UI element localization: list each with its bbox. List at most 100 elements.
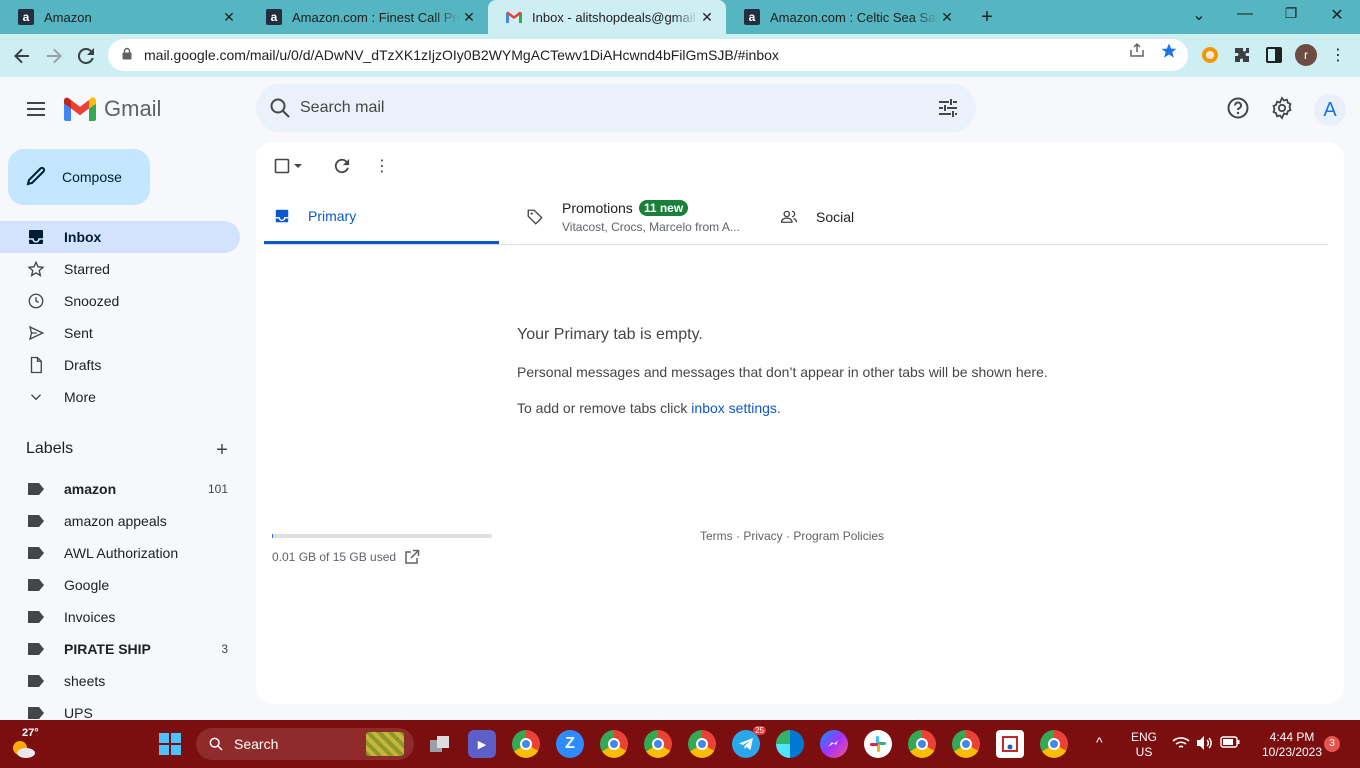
chrome-profile-active-icon[interactable] (908, 730, 936, 758)
forward-arrow-icon[interactable] (42, 44, 66, 68)
telegram-icon[interactable]: 25 (732, 726, 766, 758)
privacy-link[interactable]: Privacy (743, 529, 782, 543)
create-label-plus-icon[interactable]: + (212, 440, 232, 460)
select-dropdown-caret-icon[interactable] (292, 156, 304, 176)
more-options-icon[interactable]: ⋮ (372, 156, 392, 176)
battery-icon[interactable] (1220, 736, 1240, 751)
close-tab-icon[interactable]: ✕ (698, 9, 716, 26)
bookmark-star-icon[interactable] (1158, 42, 1180, 65)
inbox-settings-link[interactable]: inbox settings (691, 400, 777, 416)
close-tab-icon[interactable]: ✕ (938, 9, 956, 26)
site-info-icon[interactable] (122, 47, 134, 63)
chrome-profile-icon[interactable] (1040, 730, 1068, 758)
notification-count-badge[interactable]: 3 (1324, 736, 1340, 752)
browser-tab-amazon[interactable]: a Amazon ✕ (0, 0, 248, 34)
sidebar-item-more[interactable]: More (0, 381, 240, 413)
label-name: amazon appeals (64, 513, 167, 529)
browser-tab-amazon-celtic-salt[interactable]: a Amazon.com : Celtic Sea Salt Food ✕ (726, 0, 966, 34)
side-panel-icon[interactable] (1263, 44, 1285, 66)
close-tab-icon[interactable]: ✕ (220, 9, 238, 26)
tab-social[interactable]: Social (780, 190, 1015, 244)
label-item-pirate-ship[interactable]: PIRATE SHIP 3 (0, 633, 240, 665)
gmail-logo[interactable]: Gmail (64, 96, 161, 122)
new-tab-icon[interactable]: + (976, 6, 998, 29)
browser-menu-icon[interactable]: ⋮ (1327, 44, 1349, 66)
snipping-tool-icon[interactable] (996, 730, 1024, 758)
windows-taskbar: 27° Search ▶ Z 25 ^ ENG US 4:44 PM 10/23… (0, 720, 1360, 768)
amazon-favicon-icon: a (18, 9, 34, 25)
label-item-awl-authorization[interactable]: AWL Authorization (0, 537, 240, 569)
refresh-icon[interactable] (332, 156, 352, 176)
reload-icon[interactable] (74, 44, 98, 68)
volume-icon[interactable] (1196, 735, 1214, 754)
back-arrow-icon[interactable] (10, 44, 34, 68)
label-name: AWL Authorization (64, 545, 179, 561)
zoom-icon[interactable]: Z (556, 730, 584, 758)
input-language-indicator[interactable]: ENG US (1128, 730, 1160, 760)
amazon-favicon-icon: a (266, 9, 282, 25)
label-item-google[interactable]: Google (0, 569, 240, 601)
taskbar-search[interactable]: Search (196, 728, 414, 760)
edge-icon[interactable] (776, 730, 804, 758)
label-count: 3 (221, 642, 228, 656)
minimize-window-icon[interactable]: — (1232, 5, 1258, 23)
search-icon[interactable] (268, 96, 292, 123)
messenger-icon[interactable] (820, 730, 848, 758)
label-tag-icon (28, 547, 44, 559)
chrome-profile-icon[interactable] (644, 730, 672, 758)
label-item-invoices[interactable]: Invoices (0, 601, 240, 633)
share-icon[interactable] (1126, 42, 1148, 63)
footer-separator: · (782, 529, 794, 543)
sidebar-item-sent[interactable]: Sent (0, 317, 240, 349)
main-menu-icon[interactable] (24, 97, 48, 121)
terms-link[interactable]: Terms (700, 529, 733, 543)
compose-button[interactable]: Compose (8, 149, 150, 205)
chrome-profile-icon[interactable] (952, 730, 980, 758)
chrome-icon[interactable] (512, 730, 540, 758)
select-all-checkbox[interactable] (272, 156, 292, 176)
restore-window-icon[interactable]: ❐ (1278, 5, 1304, 22)
wifi-icon[interactable] (1172, 736, 1190, 753)
sidebar-item-starred[interactable]: Starred (0, 253, 240, 285)
browser-tab-gmail-inbox[interactable]: Inbox - alitshopdeals@gmail.com ✕ (488, 0, 726, 34)
label-item-sheets[interactable]: sheets (0, 665, 240, 697)
sidebar-item-drafts[interactable]: Drafts (0, 349, 240, 381)
sidebar-item-snoozed[interactable]: Snoozed (0, 285, 240, 317)
label-item-amazon[interactable]: amazon 101 (0, 473, 240, 505)
hint-text: To add or remove tabs click (517, 400, 692, 416)
labels-list: amazon 101 amazon appeals AWL Authorizat… (0, 473, 240, 729)
search-options-icon[interactable] (936, 96, 960, 123)
start-windows-icon[interactable] (156, 730, 184, 758)
task-view-icon[interactable] (426, 730, 454, 758)
weather-widget[interactable]: 27° (10, 726, 42, 762)
settings-gear-icon[interactable] (1270, 96, 1294, 120)
gmail-favicon-icon (506, 9, 522, 25)
profile-avatar[interactable]: r (1295, 44, 1317, 66)
extension-icon[interactable] (1199, 44, 1221, 66)
help-icon[interactable] (1226, 96, 1250, 120)
address-bar[interactable]: mail.google.com/mail/u/0/d/ADwNV_dTzXK1z… (108, 39, 1188, 71)
clock[interactable]: 4:44 PM 10/23/2023 (1252, 730, 1332, 760)
teams-meet-icon[interactable]: ▶ (468, 730, 496, 758)
tab-promotions[interactable]: Promotions 11 new Vitacost, Crocs, Marce… (526, 190, 761, 244)
program-policies-link[interactable]: Program Policies (793, 529, 884, 543)
extensions-puzzle-icon[interactable] (1231, 44, 1253, 66)
show-hidden-icons-chevron-icon[interactable]: ^ (1096, 734, 1103, 750)
chrome-profile-icon[interactable] (688, 730, 716, 758)
chrome-profile-icon[interactable] (600, 730, 628, 758)
tab-search-chevron-icon[interactable]: ⌄ (1186, 5, 1212, 25)
tab-primary[interactable]: Primary (264, 190, 499, 244)
browser-tab-amazon-finest-call[interactable]: a Amazon.com : Finest Call Premium ✕ (248, 0, 488, 34)
close-window-icon[interactable]: ✕ (1324, 5, 1350, 25)
amazon-favicon-icon: a (744, 9, 760, 25)
label-tag-icon (28, 483, 44, 495)
inbox-category-tabs: Primary Promotions 11 new Vitacost, Croc… (264, 190, 1328, 245)
labels-heading: Labels (26, 440, 74, 457)
close-tab-icon[interactable]: ✕ (460, 9, 478, 26)
label-item-amazon-appeals[interactable]: amazon appeals (0, 505, 240, 537)
account-avatar[interactable]: A (1314, 94, 1346, 126)
sidebar-item-inbox[interactable]: Inbox (0, 221, 240, 253)
search-input[interactable] (300, 96, 900, 120)
open-in-new-icon[interactable] (404, 549, 420, 565)
slack-icon[interactable] (864, 730, 892, 758)
